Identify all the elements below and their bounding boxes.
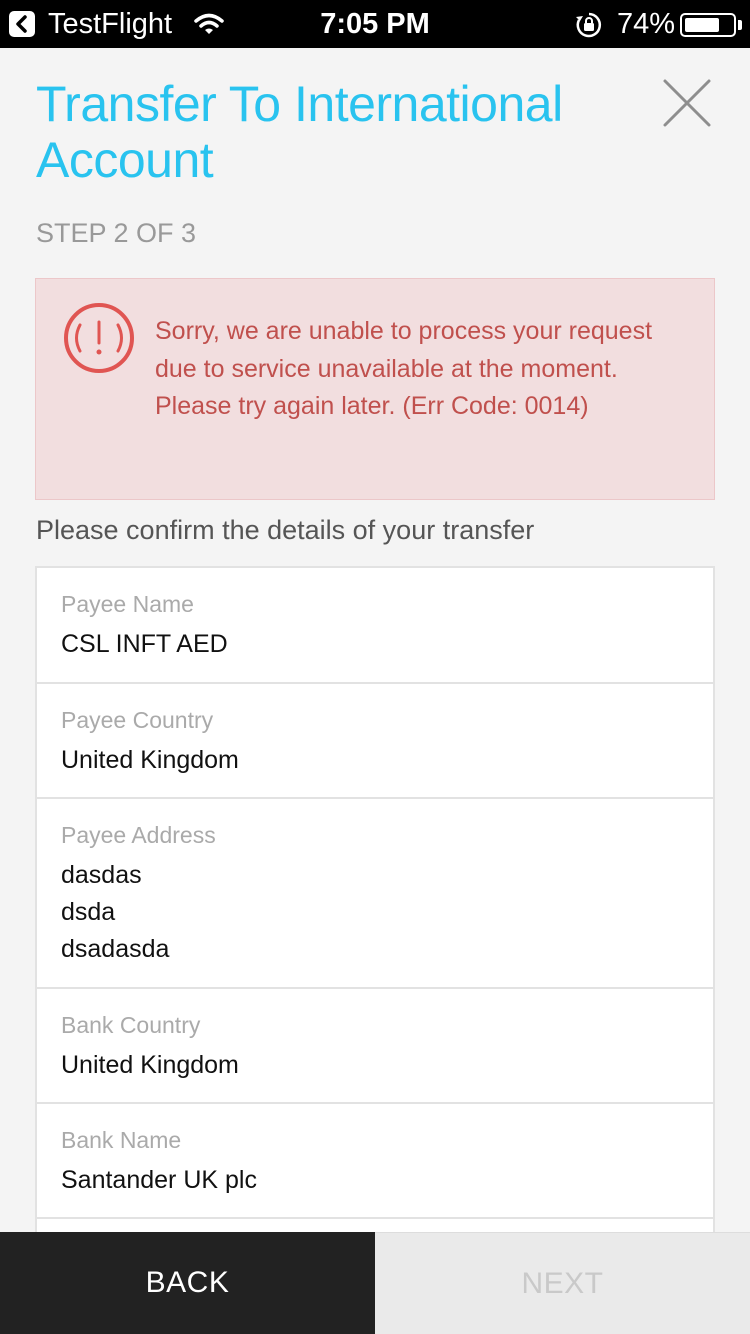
error-message: Sorry, we are unable to process your req… [155,317,653,420]
detail-value-line: Santander UK plc [61,1166,257,1194]
detail-row-payee-address: Payee Address dasdas dsda dsadasda [37,799,713,989]
step-indicator: STEP 2 OF 3 [36,218,197,248]
detail-value: dasdas dsda dsadasda [61,857,713,968]
detail-row-payee-name: Payee Name CSL INFT AED [37,568,713,684]
battery-tip [738,20,742,30]
confirm-instructions: Please confirm the details of your trans… [36,515,535,545]
error-alert: Sorry, we are unable to process your req… [35,278,715,500]
detail-value-line: United Kingdom [61,746,239,774]
back-button[interactable]: BACK [0,1232,375,1334]
status-bar: TestFlight 7:05 PM 74% [0,0,750,48]
detail-label: Bank Name [61,1127,182,1153]
detail-label: Payee Address [61,822,216,848]
detail-value-line: dsda [61,898,116,926]
detail-value: United Kingdom [61,1047,713,1084]
detail-row-bank-country: Bank Country United Kingdom [37,989,713,1104]
battery-icon [680,13,736,37]
transfer-details-list: Payee Name CSL INFT AED Payee Country Un… [35,566,715,1234]
close-icon[interactable] [660,76,714,130]
detail-label: Bank Country [61,1012,201,1038]
battery-percent: 74% [617,8,676,40]
next-button[interactable]: NEXT [375,1232,750,1334]
detail-value: Santander UK plc [61,1162,713,1199]
detail-row-payee-country: Payee Country United Kingdom [37,684,713,799]
detail-value: CSL INFT AED [61,626,713,663]
detail-value-line: United Kingdom [61,1051,239,1079]
detail-value-line: CSL INFT AED [61,630,228,658]
error-icon [62,301,136,375]
detail-value: United Kingdom [61,742,713,779]
detail-value-line: dsadasda [61,935,170,963]
detail-label: Payee Country [61,707,214,733]
rotation-lock-icon [575,11,603,44]
detail-row-bank-name: Bank Name Santander UK plc [37,1104,713,1219]
detail-label: Payee Name [61,591,194,617]
page-title: Transfer To International Account [36,76,563,188]
detail-value-line: dasdas [61,861,142,889]
